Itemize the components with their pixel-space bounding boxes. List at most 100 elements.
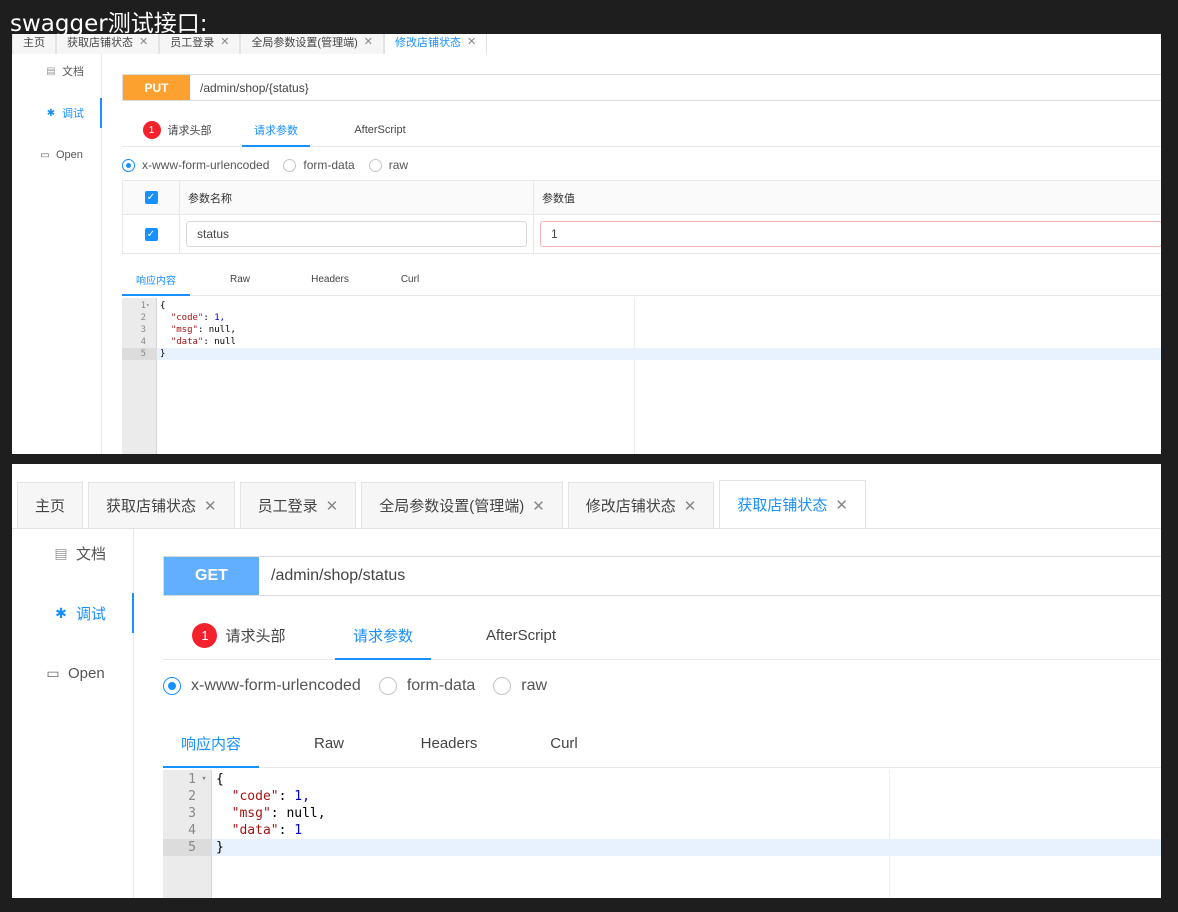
close-icon[interactable]: ✕: [326, 497, 339, 515]
radio-label: raw: [521, 677, 548, 694]
tab-get-shop-status[interactable]: 获取店铺状态 ✕: [88, 482, 235, 528]
tab-request-headers[interactable]: 1 请求头部: [122, 114, 232, 146]
tab-raw[interactable]: Raw: [210, 263, 270, 295]
tab-raw[interactable]: Raw: [289, 720, 369, 767]
url-field[interactable]: /admin/shop/status: [259, 557, 405, 595]
tab-label: 请求头部: [225, 628, 286, 645]
close-icon[interactable]: ✕: [204, 497, 217, 515]
radio-label: raw: [388, 158, 409, 172]
url-field[interactable]: /admin/shop/{status}: [190, 75, 309, 100]
fold-icon[interactable]: ▾: [196, 771, 212, 788]
radio-raw[interactable]: raw: [368, 158, 409, 172]
tab-employee-login[interactable]: 员工登录 ✕: [239, 482, 357, 528]
sidebar-item-debug[interactable]: ✱ 调试: [12, 98, 102, 128]
line-number: 5: [122, 348, 146, 360]
close-icon[interactable]: ✕: [532, 497, 545, 515]
tab-afterscript[interactable]: AfterScript: [330, 114, 430, 146]
close-icon[interactable]: ✕: [220, 35, 229, 48]
close-icon[interactable]: ✕: [364, 35, 373, 48]
tab-curl[interactable]: Curl: [529, 720, 599, 767]
radio-form-data[interactable]: form-data: [378, 677, 476, 695]
page-heading: swagger测试接口:: [10, 11, 208, 37]
tab-response-body[interactable]: 响应内容: [163, 720, 259, 768]
tab-home[interactable]: 主页: [12, 34, 56, 54]
file-icon: ▭: [40, 149, 50, 161]
tab-home[interactable]: 主页: [17, 482, 84, 528]
fold-icon[interactable]: ▾: [146, 300, 157, 312]
tab-headers[interactable]: Headers: [399, 720, 499, 767]
tab-response-body[interactable]: 响应内容: [122, 263, 190, 296]
check-icon: ✓: [144, 227, 158, 241]
tab-label: 获取店铺状态: [67, 36, 133, 49]
bug-icon: ✱: [55, 604, 67, 621]
sidebar-item-docs[interactable]: ▤ 文档: [12, 56, 101, 86]
http-method-badge: GET: [164, 557, 259, 595]
tab-get-shop-status-active[interactable]: 获取店铺状态 ✕: [719, 480, 866, 528]
tab-request-params[interactable]: 请求参数: [242, 114, 310, 147]
row-checkbox[interactable]: ✓: [123, 215, 180, 253]
param-value-input[interactable]: 1: [540, 221, 1161, 247]
content-type-radios: x-www-form-urlencoded form-data raw: [122, 157, 408, 173]
close-icon[interactable]: ✕: [835, 496, 848, 514]
radio-dot: [122, 158, 135, 172]
tab-label: 获取店铺状态: [737, 497, 828, 514]
document-icon: ▤: [54, 544, 68, 561]
radio-label: x-www-form-urlencoded: [191, 677, 361, 694]
close-icon[interactable]: ✕: [139, 35, 148, 48]
line-number: 4: [188, 823, 196, 838]
tab-global-params[interactable]: 全局参数设置(管理端) ✕: [361, 482, 563, 528]
code-text: {: [160, 301, 166, 311]
radio-form-data[interactable]: form-data: [283, 158, 355, 172]
tab-global-params[interactable]: 全局参数设置(管理端) ✕: [240, 34, 384, 54]
response-editor[interactable]: 1 ▾{ 2 "code": 1, 3 "msg": null, 4 "data"…: [163, 770, 1161, 898]
line-number: 5: [163, 839, 196, 856]
tab-label: 主页: [35, 498, 66, 515]
code-line: 3 "msg": null,: [122, 324, 1161, 336]
radio-raw[interactable]: raw: [493, 677, 547, 695]
tab-request-headers[interactable]: 1 请求头部: [163, 612, 315, 659]
screenshot-get-request: 主页 获取店铺状态 ✕ 员工登录 ✕ 全局参数设置(管理端) ✕ 修改店铺状态 ✕ 获取…: [12, 464, 1161, 898]
response-editor[interactable]: 1 ▾{ 2 "code": 1, 3 "msg": null, 4 "data"…: [122, 298, 1161, 454]
code-line: 4 "data": 1: [163, 822, 1161, 839]
tab-update-shop-status[interactable]: 修改店铺状态 ✕: [567, 482, 715, 528]
tab-headers[interactable]: Headers: [295, 263, 365, 295]
tab-afterscript[interactable]: AfterScript: [461, 612, 581, 659]
close-icon[interactable]: ✕: [467, 35, 476, 48]
params-table-header: ✓ 参数名称 参数值: [123, 181, 1161, 215]
file-icon: ▭: [46, 664, 60, 681]
json-key: "code": [231, 789, 279, 804]
radio-dot: [283, 158, 297, 172]
code-text: }: [160, 349, 166, 359]
tab-employee-login[interactable]: 员工登录 ✕: [159, 34, 241, 54]
radio-urlencoded[interactable]: x-www-form-urlencoded: [122, 158, 269, 172]
sidebar-item-label: 文档: [62, 66, 84, 78]
radio-label: form-data: [406, 677, 476, 694]
radio-urlencoded[interactable]: x-www-form-urlencoded: [163, 677, 361, 695]
bug-icon: ✱: [46, 107, 56, 119]
param-name-input[interactable]: status: [186, 221, 527, 247]
tab-update-shop-status[interactable]: 修改店铺状态 ✕: [383, 34, 488, 54]
json-value: 1: [286, 823, 303, 838]
json-key: "data": [170, 337, 204, 347]
sidebar-item-debug[interactable]: ✱ 调试: [12, 593, 134, 633]
sidebar-item-docs[interactable]: ▤ 文档: [12, 533, 133, 573]
line-number: 1: [188, 772, 196, 787]
header-count-badge: 1: [142, 121, 161, 139]
select-all-checkbox[interactable]: ✓: [123, 181, 180, 214]
tab-label: 全局参数设置(管理端): [251, 36, 358, 49]
tab-request-params[interactable]: 请求参数: [335, 612, 431, 660]
tab-bar-divider: [12, 528, 1161, 529]
sidebar-item-open[interactable]: ▭ Open: [12, 140, 101, 170]
json-value: 1,: [208, 313, 226, 323]
tab-label: 修改店铺状态: [585, 498, 676, 515]
sidebar-item-open[interactable]: ▭ Open: [12, 653, 133, 693]
json-key: "msg": [170, 325, 198, 335]
close-icon[interactable]: ✕: [684, 497, 697, 515]
sidebar-item-label: 调试: [76, 605, 107, 623]
document-icon: ▤: [46, 65, 56, 77]
tab-curl[interactable]: Curl: [385, 263, 435, 295]
tab-get-shop-status[interactable]: 获取店铺状态 ✕: [56, 34, 160, 54]
